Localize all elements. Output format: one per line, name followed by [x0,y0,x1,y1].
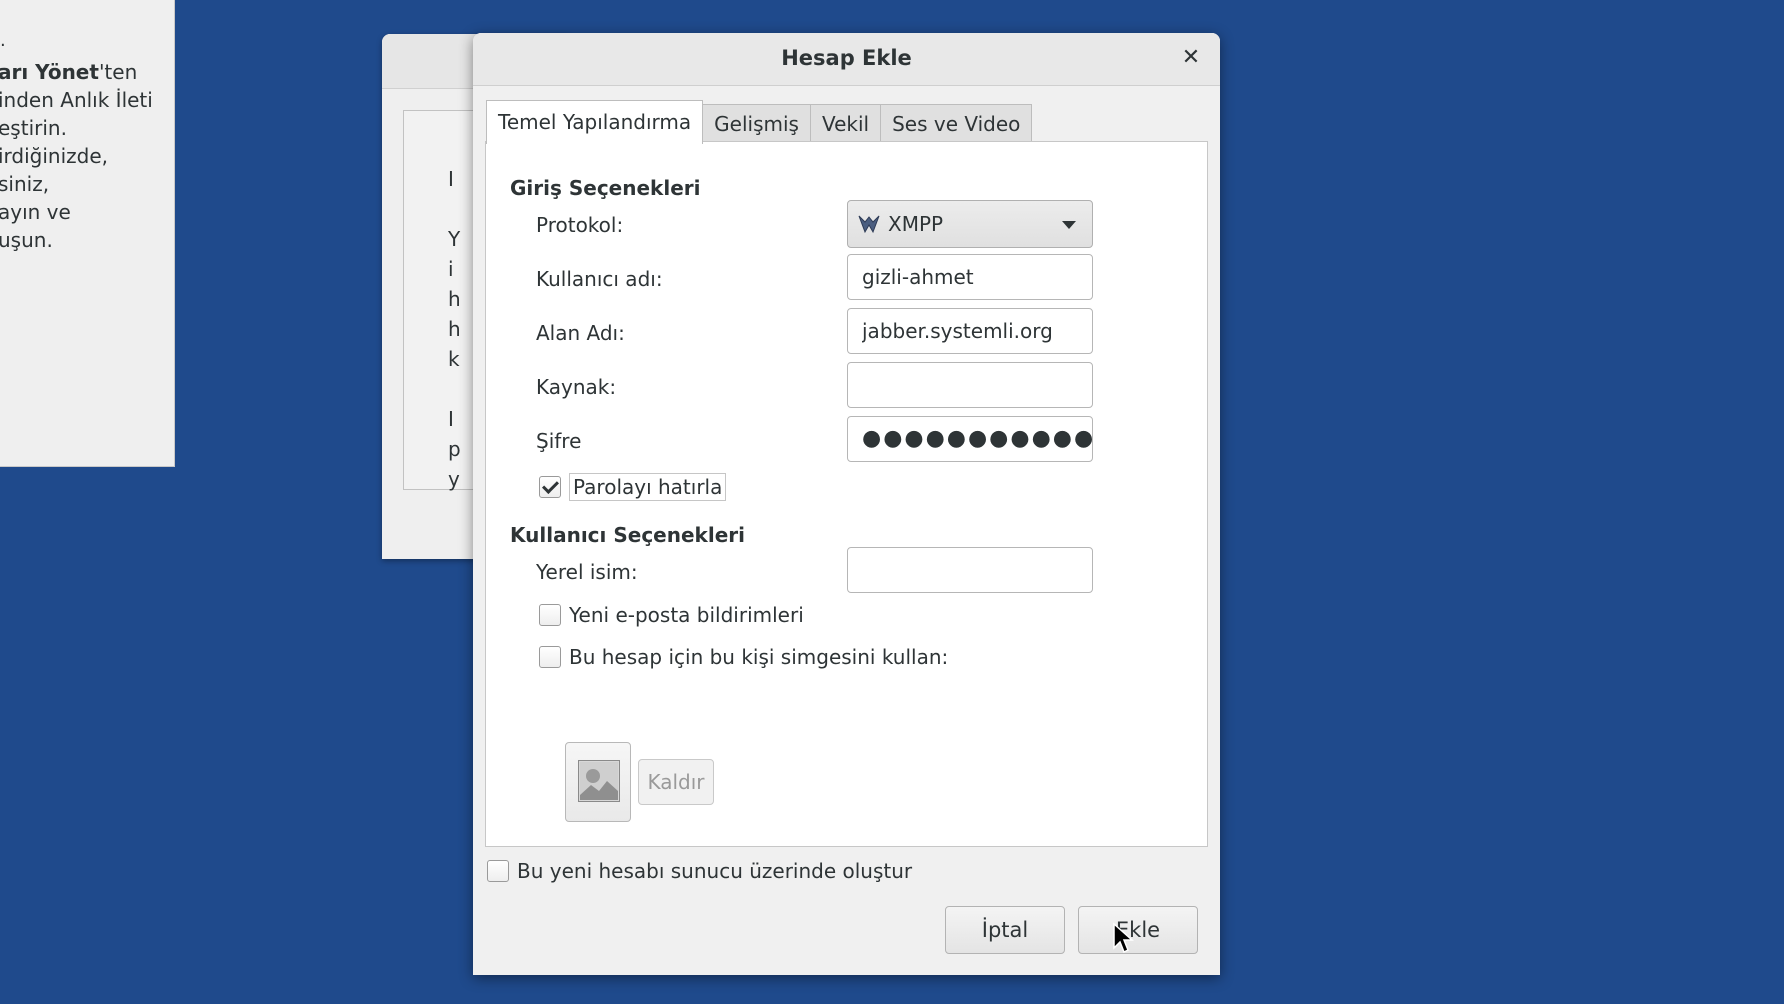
remove-icon-button[interactable]: Kaldır [638,759,714,805]
background-text-line: inden Anlık İleti [0,86,153,114]
username-input[interactable] [847,254,1093,300]
basic-settings-panel: Giriş Seçenekleri Protokol: XMPP Kullanı… [485,141,1208,847]
close-button[interactable]: ✕ [1176,43,1206,73]
domain-label: Alan Adı: [536,321,625,345]
protocol-value: XMPP [888,212,944,236]
background-text-bold: arı Yönet [0,60,99,84]
background-text-line: arı Yönet'ten [0,58,153,86]
background-text-rest: inden Anlık İleti [0,88,153,112]
dialog-title: Hesap Ekle [781,46,912,70]
local-alias-label: Yerel isim: [536,560,638,584]
background-glyph: i [448,257,454,281]
protocol-label: Protokol: [536,213,624,237]
background-text-rest: ayın ve [0,200,71,224]
local-alias-input[interactable] [847,547,1093,593]
resource-input[interactable] [847,362,1093,408]
password-label: Şifre [536,429,582,453]
background-text-rest: 'ten [98,60,138,84]
background-text-line: uşun. [0,226,153,254]
background-glyph: p [448,437,461,461]
background-window-left: . arı Yönet'ten inden Anlık İleti eştirin.… [0,0,175,467]
tab-bar: Temel Yapılandırma Gelişmiş Vekil Ses ve… [486,100,1033,144]
buddy-icon-label[interactable]: Bu hesap için bu kişi simgesini kullan: [569,645,948,669]
buddy-icon-row[interactable]: Bu hesap için bu kişi simgesini kullan: [539,645,948,669]
background-text-line: siniz, [0,170,153,198]
background-glyph: I [448,167,454,191]
background-glyph: h [448,287,461,311]
mouse-cursor-icon [1113,922,1134,954]
background-glyph [448,194,461,224]
background-text-rest: irdiğinizde, [0,144,109,168]
new-mail-label[interactable]: Yeni e-posta bildirimleri [569,603,804,627]
login-options-heading: Giriş Seçenekleri [510,176,701,200]
background-text: arı Yönet'ten inden Anlık İleti eştirin. ir… [0,58,153,254]
background-glyph: y [448,467,460,491]
background-glyph: h [448,317,461,341]
close-icon: ✕ [1181,45,1201,70]
background-glyph: I [448,407,454,431]
tab-basic[interactable]: Temel Yapılandırma [486,100,704,144]
background-glyph [448,374,461,404]
avatar-placeholder-icon [578,760,620,802]
dialog-titlebar: Hesap Ekle ✕ [473,33,1220,86]
tab-advanced[interactable]: Gelişmiş [702,104,811,143]
register-label[interactable]: Bu yeni hesabı sunucu üzerinde oluştur [517,859,912,883]
cancel-button[interactable]: İptal [945,906,1065,954]
buddy-icon-button[interactable] [565,742,631,822]
new-mail-checkbox[interactable] [539,604,561,626]
username-label: Kullanıcı adı: [536,267,663,291]
remember-password-label[interactable]: Parolayı hatırla [569,473,727,501]
background-text-dot: . [0,30,6,51]
background-glyphs: IYihhkIpy [448,164,461,494]
image-icon [580,762,618,800]
add-button[interactable]: Ekle [1078,906,1198,954]
xmpp-icon [858,215,880,234]
resource-label: Kaynak: [536,375,617,399]
new-mail-row[interactable]: Yeni e-posta bildirimleri [539,603,804,627]
background-glyph: k [448,347,460,371]
buddy-icon-checkbox[interactable] [539,646,561,668]
background-text-line: irdiğinizde, [0,142,153,170]
background-text-line: ayın ve [0,198,153,226]
remember-password-checkbox[interactable] [539,476,561,498]
tab-proxy[interactable]: Vekil [809,104,882,143]
remember-password-row[interactable]: Parolayı hatırla [539,473,727,501]
register-checkbox[interactable] [487,860,509,882]
chevron-down-icon [1062,221,1076,229]
background-text-rest: eştirin. [0,116,67,140]
domain-input[interactable] [847,308,1093,354]
user-options-heading: Kullanıcı Seçenekleri [510,523,745,547]
background-text-rest: uşun. [0,228,53,252]
background-glyph: Y [448,227,461,251]
password-input[interactable]: ●●●●●●●●●●● [847,416,1093,462]
background-text-rest: siniz, [0,172,50,196]
register-row[interactable]: Bu yeni hesabı sunucu üzerinde oluştur [487,859,912,883]
tab-voice-video[interactable]: Ses ve Video [880,104,1033,143]
protocol-dropdown[interactable]: XMPP [847,200,1093,248]
background-text-line: eştirin. [0,114,153,142]
add-account-dialog: Hesap Ekle ✕ Temel Yapılandırma Gelişmiş… [473,33,1220,975]
